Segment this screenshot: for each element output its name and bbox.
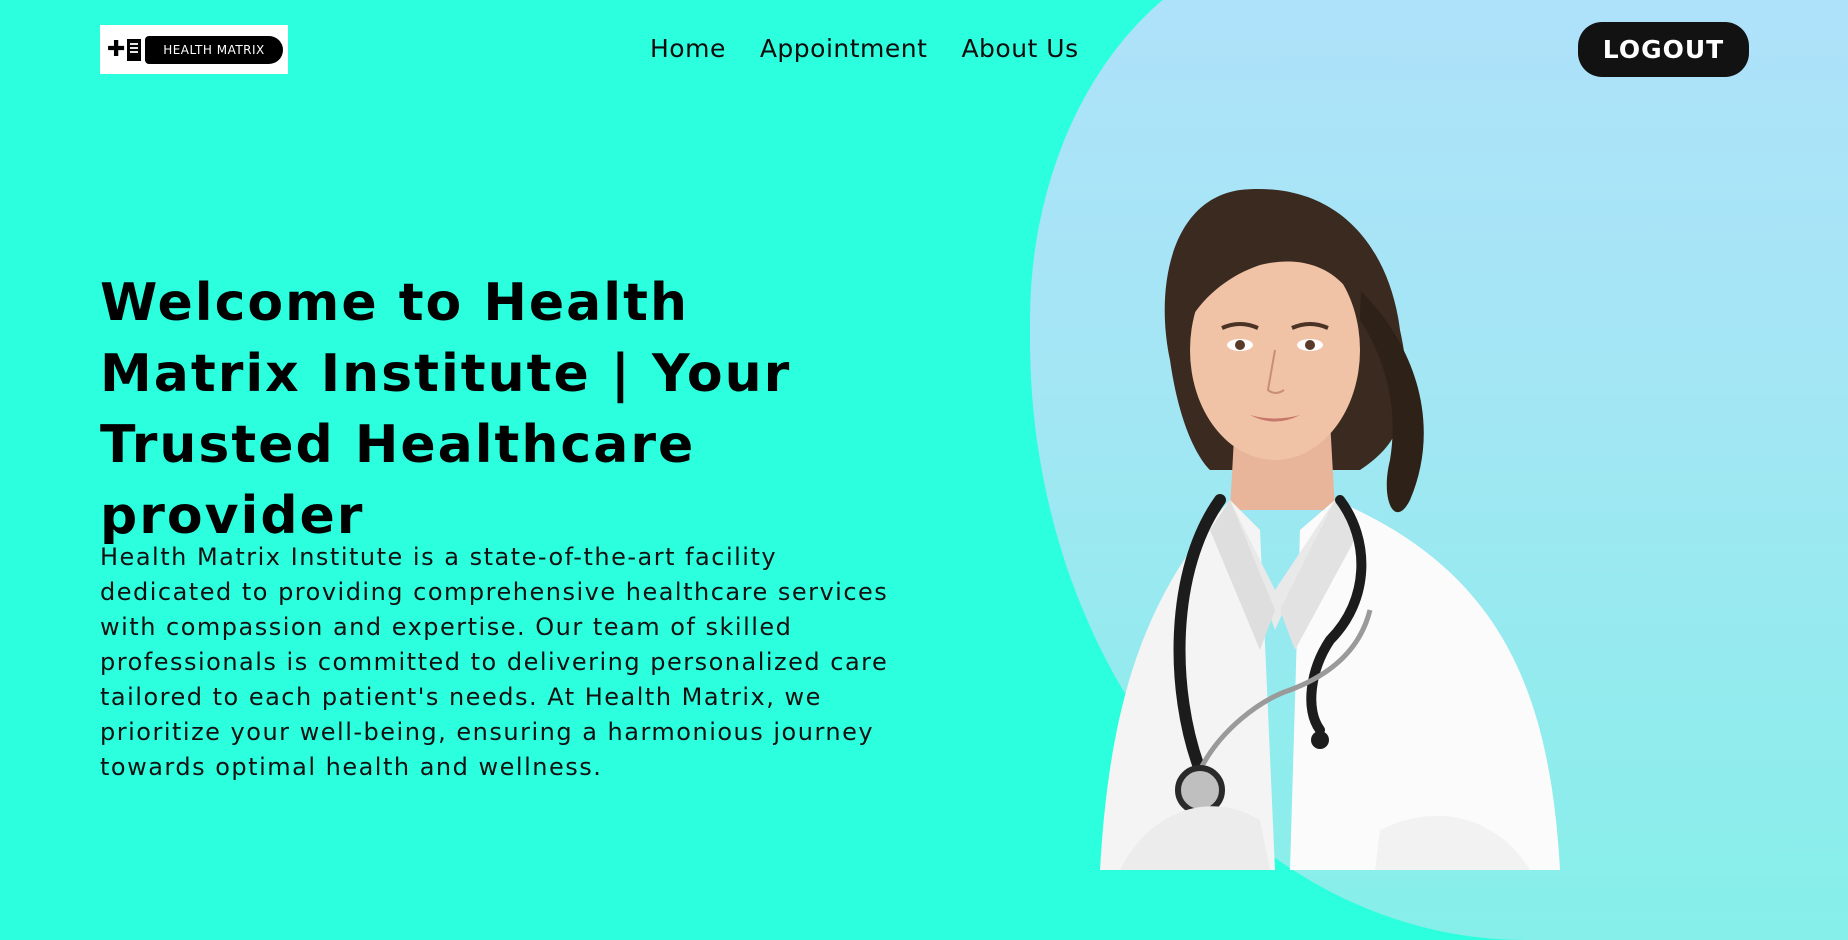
main-nav: Home Appointment About Us (650, 34, 1079, 63)
nav-appointment[interactable]: Appointment (760, 34, 928, 63)
doctor-image (1060, 170, 1640, 870)
hospital-building-icon (127, 38, 142, 61)
hero-title: Welcome to Health Matrix Institute | You… (100, 273, 792, 546)
logout-button[interactable]: LOGOUT (1578, 22, 1749, 77)
brand-logo[interactable]: ✚ HEALTH MATRIX (100, 25, 288, 74)
nav-home[interactable]: Home (650, 34, 726, 63)
hero-description: Health Matrix Institute is a state-of-th… (100, 543, 889, 781)
logo-mark: ✚ (107, 35, 143, 65)
logo-text: HEALTH MATRIX (145, 35, 283, 64)
medical-cross-icon: ✚ (107, 36, 126, 62)
nav-about-us[interactable]: About Us (961, 34, 1078, 63)
